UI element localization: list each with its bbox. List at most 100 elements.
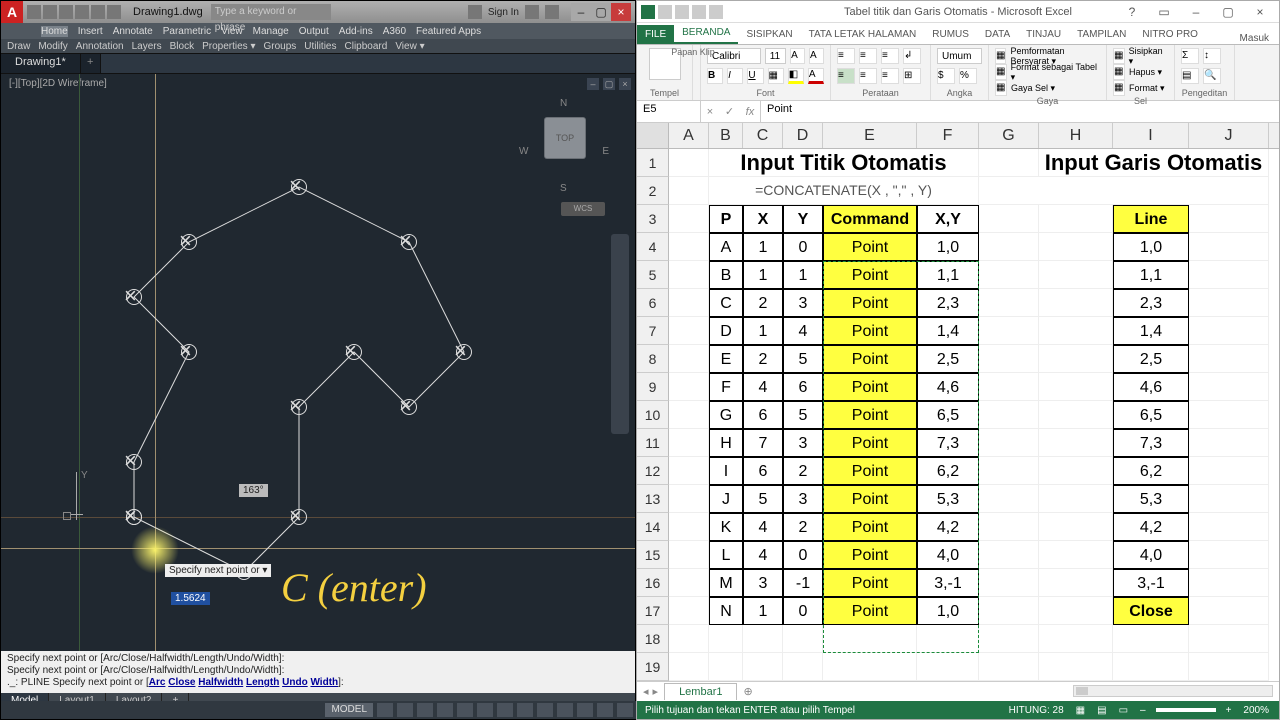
cell-button[interactable]: ▦Hapus ▾ (1113, 64, 1168, 80)
cell-xy[interactable]: 4,0 (917, 541, 979, 569)
point-marker[interactable] (456, 344, 472, 360)
merge-icon[interactable]: ⊞ (903, 68, 921, 84)
cell-xy[interactable]: 3,-1 (917, 569, 979, 597)
status-icon[interactable] (417, 703, 433, 717)
cell-p[interactable]: B (709, 261, 743, 289)
cell-y[interactable]: 4 (783, 317, 823, 345)
cell-x[interactable]: 2 (743, 289, 783, 317)
sheet-tab-bar[interactable]: ◂▸ Lembar1 ⊕ (637, 681, 1279, 701)
point-marker[interactable] (291, 399, 307, 415)
select-all-corner[interactable] (637, 123, 669, 148)
status-icon[interactable] (617, 703, 633, 717)
row-header[interactable]: 13 (637, 485, 669, 513)
row-headers[interactable]: 1234567891011121314151617181920 (637, 149, 669, 681)
row-header[interactable]: 16 (637, 569, 669, 597)
ribbon-panel[interactable]: View ▾ (395, 41, 424, 52)
cell-line[interactable]: 2,5 (1113, 345, 1189, 373)
excel-tab[interactable]: BERANDA (674, 23, 738, 44)
status-icon[interactable] (537, 703, 553, 717)
ribbon-tab[interactable]: Annotate (113, 26, 153, 37)
cell[interactable] (783, 653, 823, 681)
excel-title-bar[interactable]: Tabel titik dan Garis Otomatis - Microso… (637, 1, 1279, 23)
status-icon[interactable] (597, 703, 613, 717)
sort-icon[interactable]: ↕ (1203, 48, 1221, 64)
cell-x[interactable]: 7 (743, 429, 783, 457)
quick-access-toolbar[interactable] (23, 5, 125, 19)
excel-tab[interactable]: TATA LETAK HALAMAN (801, 25, 925, 44)
cell-xy[interactable]: 1,0 (917, 233, 979, 261)
cell-p[interactable]: L (709, 541, 743, 569)
cell-y[interactable]: 3 (783, 429, 823, 457)
help-icon[interactable]: ? (1117, 5, 1147, 19)
cells-area[interactable]: Input Titik OtomatisInput Garis Otomatis… (669, 149, 1269, 681)
status-icon[interactable] (497, 703, 513, 717)
point-marker[interactable] (126, 289, 142, 305)
fx-icon[interactable]: fx (746, 106, 755, 118)
cell-p[interactable]: F (709, 373, 743, 401)
cmd-current[interactable]: ._: PLINE Specify next point or [Arc Clo… (7, 677, 629, 689)
zoom-readout[interactable]: 200% (1241, 705, 1271, 716)
cell-xy[interactable]: 2,5 (917, 345, 979, 373)
point-marker[interactable] (401, 399, 417, 415)
cell[interactable] (709, 653, 743, 681)
excel-status-bar[interactable]: Pilih tujuan dan tekan ENTER atau pilih … (637, 701, 1279, 719)
cell-x[interactable]: 4 (743, 373, 783, 401)
view-break-icon[interactable]: ▭ (1117, 705, 1130, 716)
percent-icon[interactable]: % (959, 68, 977, 84)
row-header[interactable]: 8 (637, 345, 669, 373)
ribbon-tab[interactable]: A360 (383, 26, 406, 37)
cell-cmd[interactable]: Point (823, 597, 917, 625)
cell-p[interactable]: A (709, 233, 743, 261)
col-I[interactable]: I (1113, 123, 1189, 148)
cell[interactable] (1039, 625, 1113, 653)
ribbon[interactable]: Tempel Papan Klip Calibri11AA BIU▦◧A Fon… (637, 45, 1279, 101)
align-left-icon[interactable]: ≡ (837, 68, 855, 84)
cell[interactable] (743, 625, 783, 653)
ribbon-tab[interactable]: Home (41, 26, 68, 37)
cell-y[interactable]: 2 (783, 513, 823, 541)
ribbon-tab[interactable]: View (221, 26, 243, 37)
cell-xy[interactable]: 1,0 (917, 597, 979, 625)
cell[interactable] (823, 625, 917, 653)
cell-xy[interactable]: 1,4 (917, 317, 979, 345)
ribbon-panel[interactable]: Block (170, 41, 194, 52)
cell-cmd[interactable]: Point (823, 513, 917, 541)
row-header[interactable]: 6 (637, 289, 669, 317)
status-bar[interactable]: MODEL (1, 701, 637, 719)
cell-x[interactable]: 1 (743, 317, 783, 345)
status-icon[interactable] (517, 703, 533, 717)
formula-input[interactable]: Point (761, 101, 1279, 122)
viewport[interactable]: [-][Top][2D Wireframe] –▢× N S E W TOP W… (1, 73, 635, 651)
help-icon[interactable] (545, 5, 559, 19)
zoom-slider[interactable] (1156, 708, 1216, 712)
align-mid-icon[interactable]: ≡ (859, 48, 877, 64)
row-header[interactable]: 19 (637, 653, 669, 681)
row-header[interactable]: 9 (637, 373, 669, 401)
align-center-icon[interactable]: ≡ (859, 68, 877, 84)
point-marker[interactable] (181, 234, 197, 250)
shrink-font-icon[interactable]: A (809, 48, 824, 64)
dynamic-value[interactable]: 1.5624 (171, 592, 210, 605)
view-normal-icon[interactable]: ▦ (1074, 705, 1087, 716)
cell-y[interactable]: 0 (783, 597, 823, 625)
cell[interactable] (709, 625, 743, 653)
maximize-button[interactable]: ▢ (1213, 5, 1243, 19)
col-C[interactable]: C (743, 123, 783, 148)
row-header[interactable]: 1 (637, 149, 669, 177)
status-icon[interactable] (557, 703, 573, 717)
style-button[interactable]: ▦Format sebagai Tabel ▾ (995, 64, 1100, 80)
fill-icon[interactable]: ▤ (1181, 68, 1199, 84)
signin-label[interactable]: Masuk (1240, 33, 1269, 44)
point-marker[interactable] (346, 344, 362, 360)
cell-xy[interactable]: 4,6 (917, 373, 979, 401)
cell[interactable] (743, 653, 783, 681)
cell-line[interactable]: 4,2 (1113, 513, 1189, 541)
excel-tab[interactable]: RUMUS (924, 25, 977, 44)
wrap-text-icon[interactable]: ↲ (903, 48, 921, 64)
point-marker[interactable] (126, 509, 142, 525)
cell[interactable] (669, 653, 709, 681)
acad-title-bar[interactable]: A Drawing1.dwg Type a keyword or phrase … (1, 1, 635, 23)
cancel-icon[interactable]: × (707, 106, 713, 118)
cell-line[interactable]: 5,3 (1113, 485, 1189, 513)
new-tab-button[interactable]: + (81, 54, 101, 73)
